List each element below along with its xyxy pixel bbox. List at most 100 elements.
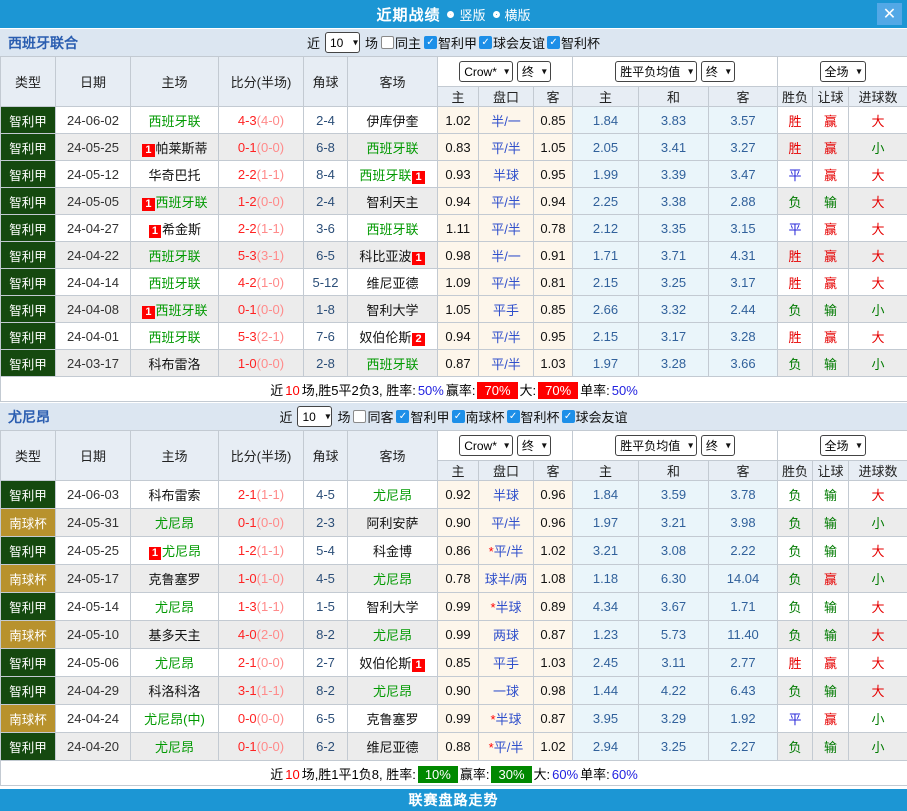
team-name: 希金斯 [162,222,201,237]
team-name: 尤尼昂 [155,516,194,531]
handicap-result-cell: 输 [813,509,849,537]
radio-unselected-icon[interactable] [493,11,500,18]
team-name: 智利天主 [366,195,418,210]
same-venue-label: 同主 [395,33,421,52]
result-cell: 平 [778,161,813,188]
full-score: 1-3 [238,599,257,614]
same-venue-filter[interactable]: 同主 [381,33,421,52]
checkbox-icon[interactable]: ✓ [507,410,520,423]
match-row: 智利甲24-04-20尤尼昂0-1(0-0)6-2维尼亚德0.88*平/半1.0… [1,733,907,761]
odds-away-cell: 0.96 [534,481,573,509]
match-row: 智利甲24-04-14西班牙联4-2(1-0)5-12维尼亚德1.09平/半0.… [1,269,907,296]
match-row: 智利甲24-05-251尤尼昂1-2(1-1)5-4科金博0.86*平/半1.0… [1,537,907,565]
full-score: 1-0 [238,571,257,586]
avg-draw-cell: 5.73 [639,621,709,649]
league-filter[interactable]: ✓球会友谊 [562,407,628,426]
team-cell: 西班牙联 [131,323,219,350]
checkbox-icon[interactable]: ✓ [396,410,409,423]
team-cell: 智利天主 [348,188,438,215]
scope-select[interactable]: 全场 [820,61,866,82]
col-odds-home: 主 [438,461,479,481]
full-score: 0-1 [238,739,257,754]
checkbox-icon[interactable]: ✓ [452,410,465,423]
close-icon[interactable]: ✕ [877,3,902,25]
avg-draw-cell: 4.22 [639,677,709,705]
handicap-cell: 平/半 [479,215,534,242]
league-filter[interactable]: ✓智利杯 [547,33,600,52]
handicap-value: 半/一 [491,114,521,129]
team-cell: 维尼亚德 [348,733,438,761]
avg-draw-cell: 3.32 [639,296,709,323]
avg-home-cell: 1.97 [573,509,639,537]
odds-final-select[interactable]: 终 [517,61,551,82]
team-cell: 1尤尼昂 [131,537,219,565]
team-name: 帕莱斯蒂 [156,141,208,156]
layout-radio-vertical[interactable]: 竖版 [447,5,485,24]
avg-away-cell: 2.22 [709,537,778,565]
layout-radio-horizontal[interactable]: 横版 [493,5,531,24]
team-cell: 西班牙联1 [348,161,438,188]
date-cell: 24-04-24 [56,705,131,733]
team-cell: 尤尼昂 [131,649,219,677]
team-cell: 科布雷洛 [131,350,219,377]
odds-away-cell: 0.87 [534,621,573,649]
league-trend-button[interactable]: 联赛盘路走势 [0,789,907,811]
team-cell: 科比亚波1 [348,242,438,269]
team-cell: 西班牙联 [131,269,219,296]
result-cell: 负 [778,593,813,621]
score-cell: 2-2(1-1) [219,161,304,188]
match-row: 智利甲24-06-03科布雷索2-1(1-1)4-5尤尼昂0.92半球0.961… [1,481,907,509]
avg-odds-select[interactable]: 胜平负均值 [615,435,697,456]
summary-part: 近 [270,383,283,398]
avg-away-cell: 3.57 [709,107,778,134]
half-score: (1-0) [257,571,284,586]
handicap-value: 半球 [496,712,522,727]
checkbox-icon[interactable] [381,36,394,49]
handicap-value: 一球 [493,684,519,699]
checkbox-icon[interactable] [353,410,366,423]
handicap-cell: 平/半 [479,509,534,537]
team-name: 尤尼昂 [155,740,194,755]
full-score: 1-0 [238,356,257,371]
league-cell: 南球杯 [1,705,56,733]
handicap-result-cell: 赢 [813,705,849,733]
odds-company-select[interactable]: Crow* [459,435,513,456]
recent-count-select[interactable]: 10 [325,32,360,53]
avg-final-select[interactable]: 终 [701,435,735,456]
match-row: 智利甲24-04-29科洛科洛3-1(1-1)8-2尤尼昂0.90一球0.981… [1,677,907,705]
odds-company-select[interactable]: Crow* [459,61,513,82]
avg-odds-select[interactable]: 胜平负均值 [615,61,697,82]
result-cell: 负 [778,677,813,705]
match-row: 南球杯24-05-31尤尼昂0-1(0-0)2-3阿利安萨0.90平/半0.96… [1,509,907,537]
checkbox-icon[interactable]: ✓ [479,36,492,49]
goals-result-cell: 大 [849,242,907,269]
handicap-value: 平手 [493,303,519,318]
summary-part: 10% [418,766,458,783]
radio-selected-icon[interactable] [447,11,454,18]
corner-cell: 2-3 [304,509,348,537]
team-cell: 西班牙联 [348,215,438,242]
checkbox-icon[interactable]: ✓ [424,36,437,49]
league-filter[interactable]: ✓球会友谊 [479,33,545,52]
league-filter[interactable]: ✓南球杯 [452,407,505,426]
odds-final-select[interactable]: 终 [517,435,551,456]
score-cell: 1-0(0-0) [219,350,304,377]
avg-away-cell: 3.47 [709,161,778,188]
handicap-value: 半球 [493,168,519,183]
odds-company-group: Crow* 终 [438,57,573,87]
handicap-value: 球半/两 [485,572,528,587]
checkbox-icon[interactable]: ✓ [562,410,575,423]
avg-draw-cell: 3.25 [639,733,709,761]
scope-select[interactable]: 全场 [820,435,866,456]
league-filter[interactable]: ✓智利甲 [424,33,477,52]
red-card-badge: 1 [412,171,424,184]
handicap-value: 半/一 [491,249,521,264]
league-filter[interactable]: ✓智利甲 [396,407,449,426]
odds-home-cell: 0.86 [438,537,479,565]
checkbox-icon[interactable]: ✓ [547,36,560,49]
avg-final-select[interactable]: 终 [701,61,735,82]
same-venue-filter[interactable]: 同客 [353,407,393,426]
recent-count-select[interactable]: 10 [297,406,332,427]
league-filter[interactable]: ✓智利杯 [507,407,560,426]
odds-away-cell: 0.81 [534,269,573,296]
